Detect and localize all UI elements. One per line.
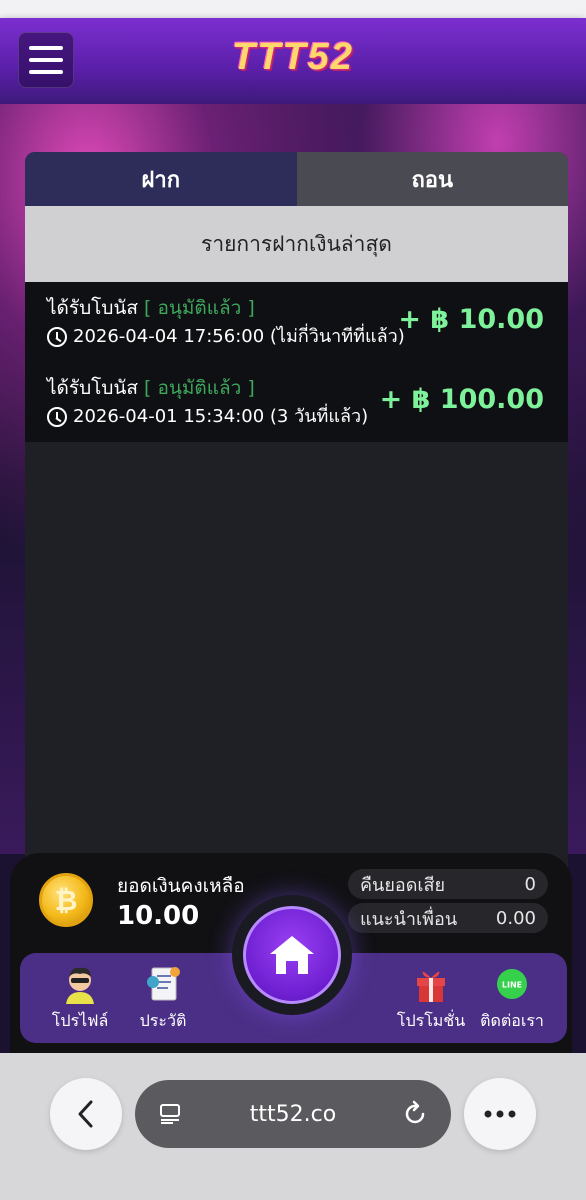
transaction-amount: + ฿ 100.00 <box>379 384 544 415</box>
nav-item-profile[interactable]: โปรไฟล์ <box>40 959 120 1034</box>
transactions-panel: ฝาก ถอน รายการฝากเงินล่าสุด ได้รับโบนัส[… <box>25 152 568 872</box>
app-header: TTT52 <box>0 18 586 104</box>
document-history-icon <box>123 959 203 1009</box>
transaction-title: ได้รับโบนัส <box>47 297 139 319</box>
referral-label: แนะนำเพื่อน <box>360 908 458 930</box>
nav-item-promotion[interactable]: โปรโมชั่น <box>391 959 471 1034</box>
nav-label-contact: ติดต่อเรา <box>480 1011 544 1030</box>
transaction-title: ได้รับโบนัส <box>47 377 139 399</box>
gift-icon <box>391 959 471 1009</box>
cashback-stat[interactable]: คืนยอดเสีย 0 <box>348 869 548 899</box>
ellipsis-icon <box>484 1110 516 1118</box>
home-button-ring <box>232 895 352 1015</box>
reload-icon[interactable] <box>401 1100 429 1128</box>
clock-icon <box>47 327 67 347</box>
back-button[interactable] <box>50 1078 122 1150</box>
chevron-left-icon <box>78 1100 93 1128</box>
home-icon <box>270 936 314 974</box>
cashback-value: 0 <box>524 873 536 895</box>
nav-item-contact[interactable]: LINE ติดต่อเรา <box>472 959 552 1034</box>
transaction-row: ได้รับโบนัส[ อนุมัติแล้ว ] 2026-04-01 15… <box>25 362 568 442</box>
svg-text:LINE: LINE <box>502 981 522 990</box>
nav-label-promotion: โปรโมชั่น <box>396 1011 466 1030</box>
transaction-row: ได้รับโบนัส[ อนุมัติแล้ว ] 2026-04-04 17… <box>25 282 568 362</box>
nav-label-history: ประวัติ <box>139 1011 187 1030</box>
transaction-datetime: 2026-04-01 15:34:00 (3 วันที่แล้ว) <box>73 406 369 427</box>
line-chat-icon: LINE <box>472 959 552 1009</box>
browser-toolbar: ttt52.co <box>0 1053 586 1200</box>
balance-label: ยอดเงินคงเหลือ <box>117 875 245 897</box>
brand-logo[interactable]: TTT52 <box>0 36 586 79</box>
transaction-list: ได้รับโบนัส[ อนุมัติแล้ว ] 2026-04-04 17… <box>25 282 568 442</box>
nav-item-history[interactable]: ประวัติ <box>123 959 203 1034</box>
avatar-icon <box>40 959 120 1009</box>
transaction-amount: + ฿ 10.00 <box>398 304 544 335</box>
tab-withdraw[interactable]: ถอน <box>296 152 568 206</box>
referral-value: 0.00 <box>495 907 536 929</box>
tab-bar: ฝาก ถอน <box>25 152 568 206</box>
list-title: รายการฝากเงินล่าสุด <box>25 206 568 282</box>
balance-value: 10.00 <box>117 901 200 931</box>
bottom-wallet-bar: ₿ ยอดเงินคงเหลือ 10.00 คืนยอดเสีย 0 แนะน… <box>10 853 572 1053</box>
home-button[interactable] <box>243 906 341 1004</box>
referral-stat[interactable]: แนะนำเพื่อน 0.00 <box>348 903 548 933</box>
status-badge: [ อนุมัติแล้ว ] <box>144 297 255 319</box>
status-badge: [ อนุมัติแล้ว ] <box>144 377 255 399</box>
url-text: ttt52.co <box>249 1101 337 1127</box>
transaction-datetime: 2026-04-04 17:56:00 (ไม่กี่วินาทีที่แล้ว… <box>73 326 405 347</box>
more-options-button[interactable] <box>464 1078 536 1150</box>
bitcoin-coin-icon: ₿ <box>39 873 93 927</box>
clock-icon <box>47 407 67 427</box>
nav-label-profile: โปรไฟล์ <box>51 1011 109 1030</box>
reader-mode-icon <box>160 1104 180 1124</box>
status-strip <box>0 0 586 18</box>
cashback-label: คืนยอดเสีย <box>360 874 446 896</box>
address-bar[interactable]: ttt52.co <box>135 1080 451 1148</box>
tab-deposit[interactable]: ฝาก <box>25 152 297 206</box>
